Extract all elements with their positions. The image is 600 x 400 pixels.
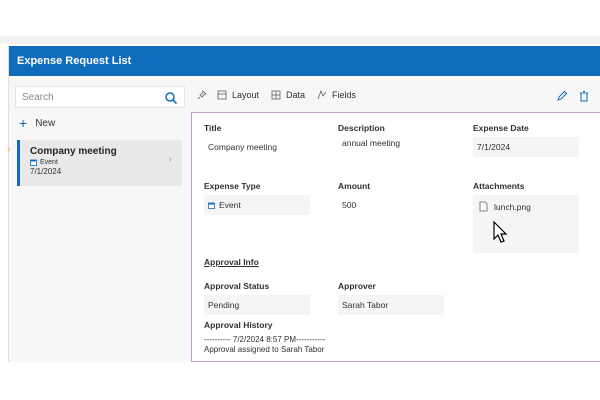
attachment-filename: lunch.png <box>494 201 531 212</box>
list-panel: Search + New Company meeting Event 7/1/2… <box>7 84 185 356</box>
attachment-file[interactable]: lunch.png <box>479 201 531 212</box>
approval-status-field[interactable]: Pending <box>204 295 310 315</box>
fields-icon <box>317 90 327 100</box>
search-placeholder: Search <box>22 91 54 103</box>
amount-field[interactable]: 500 <box>338 195 453 215</box>
title-label: Title <box>204 123 222 133</box>
new-button[interactable]: + New <box>19 114 55 132</box>
mouse-cursor-icon <box>493 221 508 243</box>
title-field[interactable]: Company meeting <box>204 137 319 157</box>
approval-section-heading: Approval Info <box>204 257 259 267</box>
layout-button[interactable]: Layout <box>217 90 259 100</box>
history-line-2: Approval assigned to Sarah Tabor <box>204 345 325 354</box>
data-label: Data <box>286 90 306 100</box>
description-field[interactable]: annual meeting <box>338 133 453 153</box>
layout-label: Layout <box>232 90 260 100</box>
approval-history-label: Approval History <box>204 320 273 330</box>
edit-icon[interactable] <box>556 90 568 102</box>
search-icon[interactable] <box>164 91 178 105</box>
pointer-marker-icon: › <box>7 144 11 155</box>
fields-button[interactable]: Fields <box>317 90 356 100</box>
data-button[interactable]: Data <box>271 90 305 100</box>
browser-top <box>0 0 600 36</box>
screen: Expense Request List Search + New Compan… <box>0 0 600 400</box>
app-title: Expense Request List <box>17 55 132 67</box>
app-window: Expense Request List Search + New Compan… <box>7 46 600 362</box>
description-label: Description <box>338 123 385 133</box>
delete-icon[interactable] <box>578 90 590 102</box>
form-toolbar: Layout Data Fields <box>191 84 600 106</box>
expense-type-label: Expense Type <box>204 181 261 191</box>
expense-type-value: Event <box>219 200 241 210</box>
expense-type-field[interactable]: Event <box>204 195 310 215</box>
calendar-icon <box>208 202 215 209</box>
expense-date-label: Expense Date <box>473 123 529 133</box>
search-input[interactable]: Search <box>15 86 185 108</box>
fields-label: Fields <box>332 90 357 100</box>
list-item[interactable]: Company meeting Event 7/1/2024 › <box>17 140 182 186</box>
calendar-icon <box>30 159 37 166</box>
table-icon <box>271 90 281 100</box>
layout-icon <box>217 90 227 100</box>
attachments-label: Attachments <box>473 181 525 191</box>
plus-icon: + <box>19 115 28 131</box>
divider-bar <box>0 36 600 44</box>
expense-date-field[interactable]: 7/1/2024 <box>473 137 579 157</box>
detail-form: Title Company meeting Description annual… <box>191 112 600 362</box>
approval-status-label: Approval Status <box>204 281 270 291</box>
history-line-1: ---------- 7/2/2024 8:57 PM----------- <box>204 335 326 344</box>
approver-field[interactable]: Sarah Tabor <box>338 295 444 315</box>
item-category-label: Event <box>40 159 58 166</box>
approval-history-field[interactable]: ---------- 7/2/2024 8:57 PM----------- A… <box>204 335 325 355</box>
item-title: Company meeting <box>30 146 117 157</box>
approver-label: Approver <box>338 281 376 291</box>
amount-label: Amount <box>338 181 371 191</box>
app-header: Expense Request List <box>9 46 600 76</box>
file-icon <box>479 201 488 212</box>
item-date: 7/1/2024 <box>30 167 62 176</box>
pin-icon[interactable] <box>197 90 207 100</box>
attachments-box[interactable]: lunch.png <box>473 195 579 253</box>
item-category: Event <box>30 159 172 166</box>
new-label: New <box>35 117 56 129</box>
chevron-right-icon: › <box>168 154 172 165</box>
